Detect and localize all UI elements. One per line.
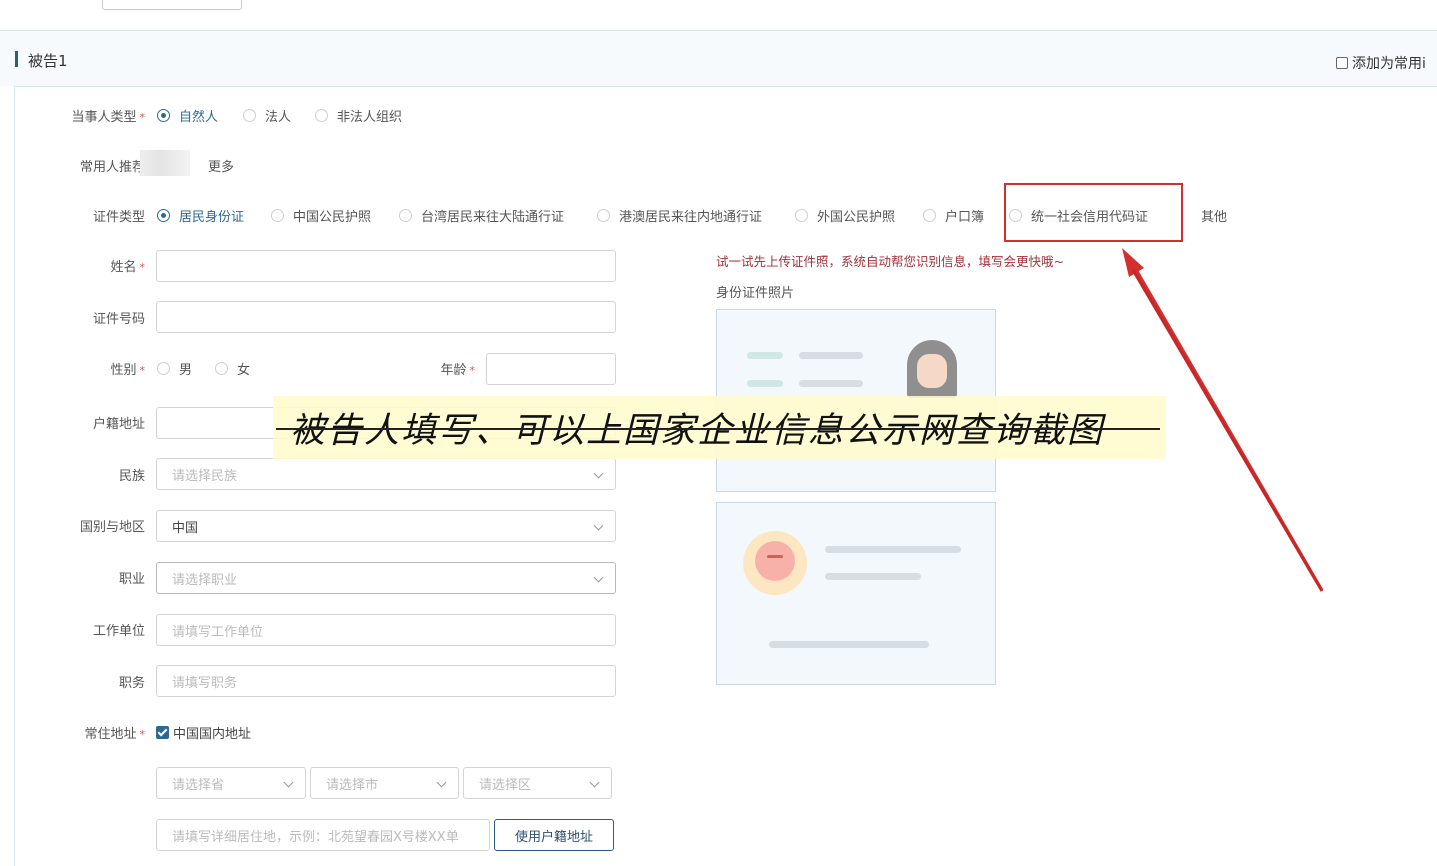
radio-id-card[interactable]: 居民身份证 [157,206,244,225]
card-line [747,380,783,387]
radio-dot-icon [597,209,610,222]
blurred-recommendation[interactable] [140,150,190,176]
name-input[interactable] [156,250,616,282]
top-partial-button[interactable] [102,0,242,10]
section-header [0,31,1437,86]
upload-hint: 试一试先上传证件照，系统自动帮您识别信息，填写会更快哦~ [716,254,1064,269]
country-label: 国别与地区 [79,520,145,535]
radio-dot-icon [315,109,328,122]
id-photo-back-upload[interactable] [716,502,996,685]
radio-unincorporated[interactable]: 非法人组织 [315,106,402,125]
radio-dot-icon [795,209,808,222]
radio-female[interactable]: 女 [215,359,250,378]
card-line [769,641,929,648]
radio-other[interactable]: 其他 [1179,206,1227,225]
radio-dot-icon [399,209,412,222]
residence-label: 常住地址 * [84,727,145,742]
radio-dot-icon [271,209,284,222]
radio-dot-icon [157,209,170,222]
common-person-label: 常用人推荐 [79,160,145,175]
checkbox-checked-icon[interactable] [156,726,169,739]
name-label: 姓名 * [110,260,145,275]
age-input[interactable] [486,353,616,385]
occupation-label: 职业 [118,572,145,587]
portrait-icon [907,340,957,398]
section-title: 被告1 [28,52,68,70]
domestic-address-checkbox[interactable]: 中国国内地址 [156,723,251,742]
country-select[interactable]: 中国 [156,510,616,542]
id-type-label: 证件类型 [92,210,145,225]
radio-dot-icon [157,109,170,122]
city-select[interactable]: 请选择市 [310,767,459,799]
emblem-icon [743,531,807,595]
use-household-address-button[interactable]: 使用户籍地址 [494,819,614,851]
id-number-label: 证件号码 [92,312,145,327]
position-label: 职务 [118,676,145,691]
radio-taiwan-permit[interactable]: 台湾居民来往大陆通行证 [399,206,564,225]
card-line [825,573,921,580]
card-line [747,352,783,359]
card-line [825,546,961,553]
radio-male[interactable]: 男 [157,359,192,378]
checkbox-icon[interactable] [1336,57,1348,69]
radio-household-register[interactable]: 户口簿 [923,206,984,225]
ethnicity-select[interactable]: 请选择民族 [156,458,616,490]
district-select[interactable]: 请选择区 [463,767,612,799]
party-type-label: 当事人类型 * [71,110,145,125]
radio-dot-icon [923,209,936,222]
workplace-input[interactable]: 请填写工作单位 [156,614,616,646]
add-common-checkbox[interactable]: 添加为常用i [1336,53,1426,73]
radio-dot-icon [157,362,170,375]
radio-natural-person[interactable]: 自然人 [157,106,218,125]
position-input[interactable]: 请填写职务 [156,665,616,697]
add-common-label: 添加为常用i [1352,56,1426,72]
province-select[interactable]: 请选择省 [156,767,306,799]
id-photo-label: 身份证件照片 [716,286,795,301]
radio-legal-person[interactable]: 法人 [243,106,291,125]
ethnicity-label: 民族 [118,469,145,484]
age-label: 年龄 * [440,363,475,378]
title-accent-bar [15,51,18,67]
id-number-input[interactable] [156,301,616,333]
occupation-select[interactable]: 请选择职业 [156,562,616,594]
radio-cn-passport[interactable]: 中国公民护照 [271,206,371,225]
workplace-label: 工作单位 [92,624,145,639]
highlight-box [1004,183,1183,242]
gender-label: 性别 * [110,363,145,378]
radio-dot-icon [215,362,228,375]
radio-hk-macau-permit[interactable]: 港澳居民来往内地通行证 [597,206,762,225]
address-detail-input[interactable]: 请填写详细居住地，示例：北苑望春园X号楼XX单 [156,819,490,851]
card-line [799,380,863,387]
household-label: 户籍地址 [92,417,145,432]
more-link[interactable]: 更多 [208,156,234,175]
card-line [799,352,863,359]
annotation-strike-line [276,428,1160,430]
radio-dot-icon [243,109,256,122]
radio-foreign-passport[interactable]: 外国公民护照 [795,206,895,225]
